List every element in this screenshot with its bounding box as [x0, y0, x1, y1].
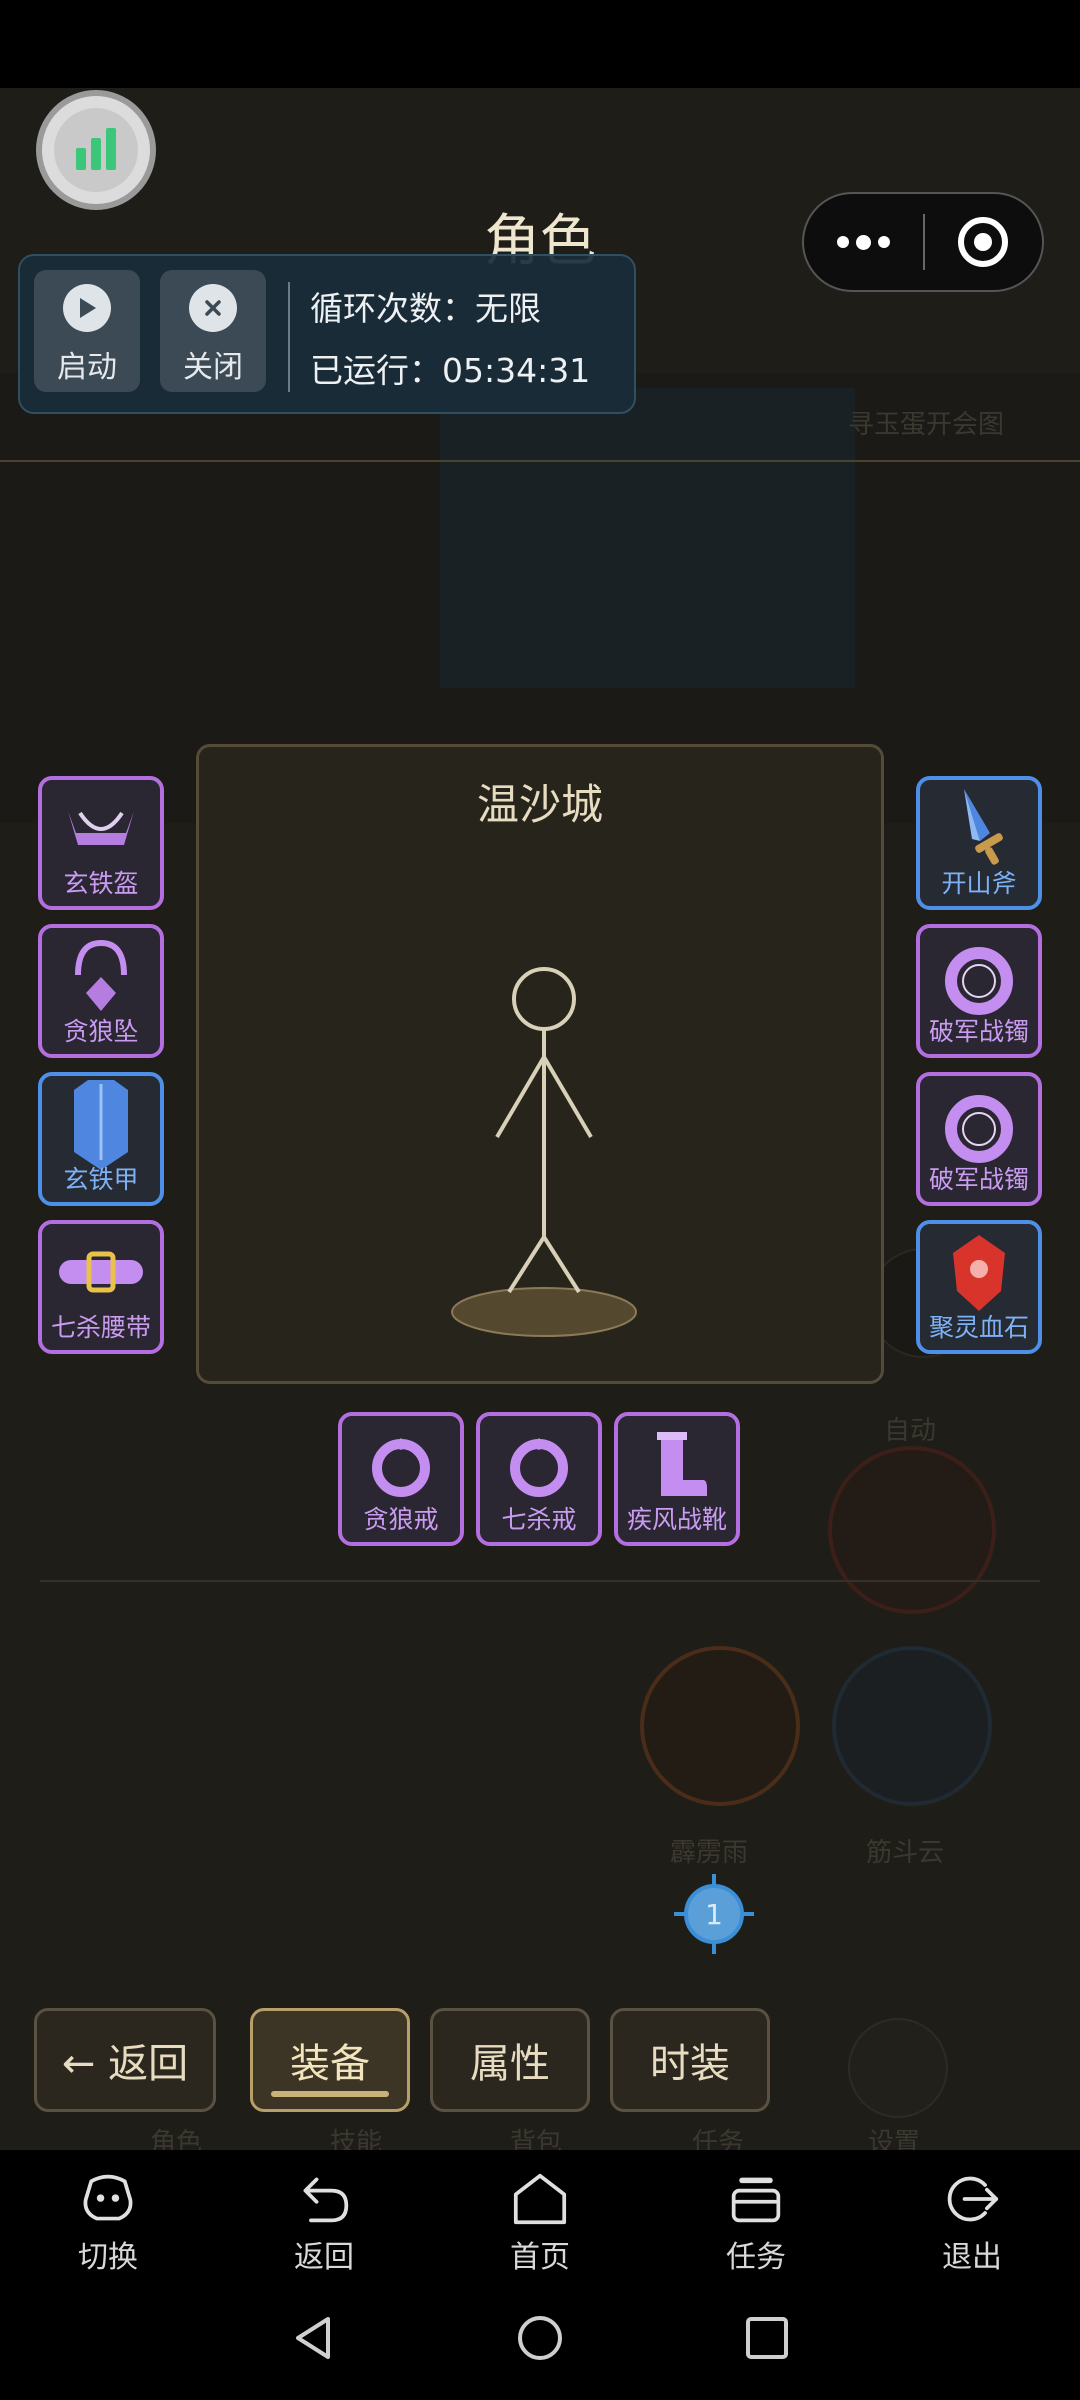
- loop-count-text: 循环次数：无限: [310, 289, 541, 328]
- task-icon: [731, 2177, 781, 2223]
- character-panel: 温沙城: [196, 744, 884, 1384]
- equip-slot-gem[interactable]: 聚灵血石: [916, 1220, 1042, 1354]
- play-icon: [63, 284, 111, 332]
- background-settings-button: [848, 2018, 948, 2118]
- nav-item-switch[interactable]: 切换: [0, 2150, 216, 2276]
- background-text: 霹雳雨: [670, 1838, 749, 1868]
- belt-icon: [42, 1224, 160, 1320]
- slot-name: 玄铁盔: [63, 869, 139, 898]
- close-label: 关闭: [183, 350, 243, 385]
- nav-item-back[interactable]: 返回: [216, 2150, 432, 2276]
- equip-slot-bracelet-1[interactable]: 破军战镯: [916, 924, 1042, 1058]
- bracelet-icon: [920, 1076, 1038, 1172]
- equip-slot-boots[interactable]: 疾风战靴: [614, 1412, 740, 1546]
- slot-name: 贪狼戒: [363, 1505, 439, 1534]
- nav-label: 切换: [78, 2240, 138, 2275]
- background-text: 任务: [692, 2128, 745, 2150]
- map-name: 温沙城: [476, 780, 603, 829]
- background-text: 设置: [868, 2128, 921, 2150]
- system-nav-bar: [0, 2276, 1080, 2400]
- background-text: 技能: [330, 2128, 383, 2150]
- nav-item-exit[interactable]: 退出: [864, 2150, 1080, 2276]
- equip-slot-bracelet-2[interactable]: 破军战镯: [916, 1072, 1042, 1206]
- start-label: 启动: [57, 350, 117, 385]
- tab-equipment-label: 装备: [290, 2041, 370, 2087]
- background-text: 角色: [150, 2128, 203, 2150]
- gem-icon: [920, 1224, 1038, 1320]
- equip-slot-necklace[interactable]: 贪狼坠: [38, 924, 164, 1058]
- ring-icon: [342, 1416, 460, 1512]
- header-divider: [0, 460, 1080, 462]
- tab-fashion[interactable]: 时装: [610, 2008, 770, 2112]
- nav-label: 首页: [510, 2240, 570, 2275]
- boots-icon: [618, 1416, 736, 1512]
- target-icon: [958, 217, 1009, 267]
- equip-slot-armor[interactable]: 玄铁甲: [38, 1072, 164, 1206]
- necklace-icon: [42, 928, 160, 1024]
- equip-slot-helmet[interactable]: 玄铁盔: [38, 776, 164, 910]
- equip-slot-weapon[interactable]: 开山斧: [916, 776, 1042, 910]
- background-text: 寻玉蛋开会图: [848, 410, 1005, 440]
- panel-divider: [288, 282, 290, 392]
- bar-chart-icon: [54, 108, 138, 192]
- background-skill-button: [640, 1646, 800, 1806]
- slot-name: 贪狼坠: [63, 1017, 139, 1046]
- miniprogram-capsule: [802, 192, 1044, 292]
- locate-button[interactable]: 1: [672, 1872, 756, 1956]
- more-menu-button[interactable]: [804, 194, 923, 290]
- tab-attributes[interactable]: 属性: [430, 2008, 590, 2112]
- nav-item-home[interactable]: 首页: [432, 2150, 648, 2276]
- equip-slot-belt[interactable]: 七杀腰带: [38, 1220, 164, 1354]
- nav-label: 退出: [942, 2240, 1002, 2275]
- switch-icon: [83, 2174, 133, 2221]
- close-miniprogram-button[interactable]: [925, 194, 1042, 290]
- status-bar: [0, 0, 1080, 88]
- slot-name: 破军战镯: [928, 1017, 1029, 1046]
- ring-icon: [480, 1416, 598, 1512]
- nav-item-task[interactable]: 任务: [648, 2150, 864, 2276]
- runtime-text: 已运行：05:34:31: [310, 351, 591, 390]
- equip-slot-ring-2[interactable]: 七杀戒: [476, 1412, 602, 1546]
- character-figure: [451, 967, 637, 1337]
- close-icon: [189, 284, 237, 332]
- equip-slot-ring-1[interactable]: 贪狼戒: [338, 1412, 464, 1546]
- locate-badge-number: 1: [705, 1897, 723, 1931]
- slot-name: 疾风战靴: [626, 1505, 727, 1534]
- slot-name: 聚灵血石: [928, 1313, 1029, 1342]
- floating-stats-button[interactable]: [36, 90, 156, 210]
- active-tab-indicator: [271, 2091, 389, 2097]
- start-button[interactable]: 启动: [34, 270, 140, 392]
- background-text: 筋斗云: [866, 1838, 945, 1868]
- system-back-icon[interactable]: [288, 2313, 338, 2363]
- game-screen: 寻玉蛋开会图 自动 霹雳雨 筋斗云 角色 技能 背包 任务 设置 角色 启动 关…: [0, 88, 1080, 2150]
- back-arrow-icon: [303, 2177, 349, 2223]
- slot-name: 七杀戒: [501, 1505, 577, 1534]
- bottom-nav-bar: 切换 返回 首页 任务 退出: [0, 2150, 1080, 2276]
- home-icon: [513, 2173, 567, 2225]
- exit-icon: [947, 2176, 999, 2222]
- slot-name: 七杀腰带: [50, 1313, 151, 1342]
- background-skill-button: [832, 1646, 992, 1806]
- section-divider: [40, 1580, 1040, 1582]
- helmet-icon: [42, 780, 160, 876]
- script-control-panel: 启动 关闭 循环次数：无限 已运行：05:34:31: [18, 254, 636, 414]
- system-home-icon[interactable]: [515, 2313, 565, 2363]
- tab-equipment[interactable]: 装备: [250, 2008, 410, 2112]
- background-attack-button: [828, 1446, 996, 1614]
- background-text: 背包: [510, 2128, 563, 2150]
- nav-label: 返回: [294, 2240, 354, 2275]
- background-text: 自动: [884, 1416, 937, 1446]
- nav-label: 任务: [726, 2240, 786, 2275]
- slot-name: 破军战镯: [928, 1165, 1029, 1194]
- armor-icon: [42, 1076, 160, 1172]
- slot-name: 玄铁甲: [63, 1165, 139, 1194]
- weapon-icon: [920, 780, 1038, 876]
- system-recents-icon[interactable]: [742, 2313, 792, 2363]
- slot-name: 开山斧: [941, 869, 1017, 898]
- background-map-panel: [440, 388, 855, 688]
- bracelet-icon: [920, 928, 1038, 1024]
- close-button[interactable]: 关闭: [160, 270, 266, 392]
- back-tab-button[interactable]: ← 返回: [34, 2008, 216, 2112]
